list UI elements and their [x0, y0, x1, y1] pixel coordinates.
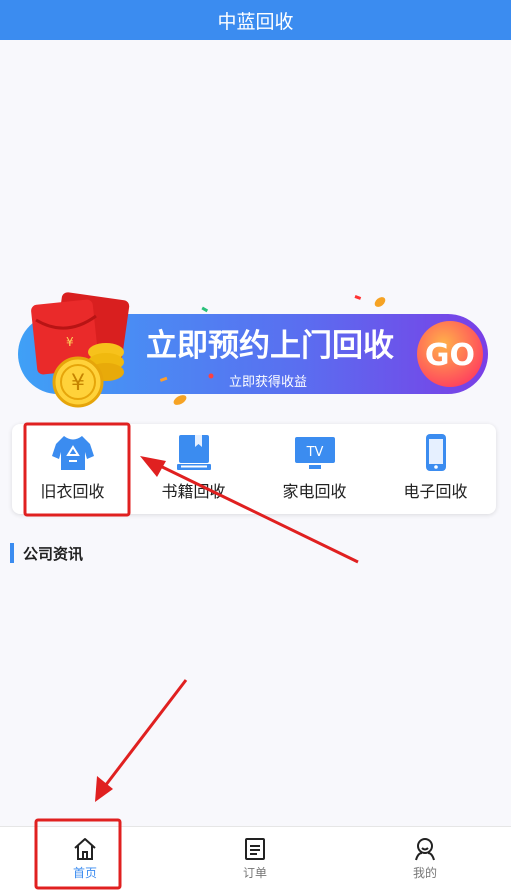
home-icon	[74, 838, 96, 860]
menu-item-electronics[interactable]: 电子回收	[375, 424, 496, 514]
section-accent-bar	[10, 543, 14, 563]
tab-label: 订单	[242, 866, 267, 880]
banner-headline: 立即预约上门回收	[146, 328, 394, 364]
shirt-recycle-icon	[52, 436, 94, 470]
menu-item-label: 家电回收	[282, 482, 347, 501]
menu-item-label: 旧衣回收	[40, 482, 105, 501]
menu-item-clothes[interactable]: 旧衣回收	[12, 424, 133, 514]
tab-profile[interactable]: 我的	[340, 827, 510, 891]
section-header: 公司资讯	[10, 542, 83, 564]
go-button-label: GO	[425, 338, 475, 373]
svg-text:¥: ¥	[66, 335, 74, 349]
tab-label: 我的	[412, 866, 437, 880]
menu-item-label: 书籍回收	[161, 482, 226, 501]
page-title: 中蓝回收	[217, 10, 294, 33]
tab-label: 首页	[72, 866, 97, 880]
coin-symbol: ¥	[71, 371, 85, 396]
tab-home[interactable]: 首页	[0, 827, 170, 891]
user-icon	[415, 838, 435, 861]
category-menu: 旧衣回收 书籍回收 TV 家电回收 电子回收	[12, 424, 496, 514]
order-icon	[245, 838, 265, 860]
menu-item-appliances[interactable]: TV 家电回收	[254, 424, 375, 514]
app-header: 中蓝回收	[0, 0, 511, 40]
bottom-tab-bar: 首页 订单 我的	[0, 826, 511, 891]
svg-text:TV: TV	[306, 445, 324, 460]
menu-item-label: 电子回收	[403, 482, 468, 501]
tab-orders[interactable]: 订单	[170, 827, 340, 891]
phone-icon	[426, 434, 446, 471]
section-title: 公司资讯	[23, 544, 84, 563]
menu-item-books[interactable]: 书籍回收	[133, 424, 254, 514]
annotation-arrow-lower	[95, 679, 188, 802]
book-icon	[177, 435, 211, 470]
promo-banner[interactable]: ¥ ¥ 立即预约上门回收 立即获得收益 GO	[0, 290, 511, 415]
banner-subline: 立即获得收益	[229, 374, 307, 390]
tv-icon: TV	[295, 437, 335, 469]
